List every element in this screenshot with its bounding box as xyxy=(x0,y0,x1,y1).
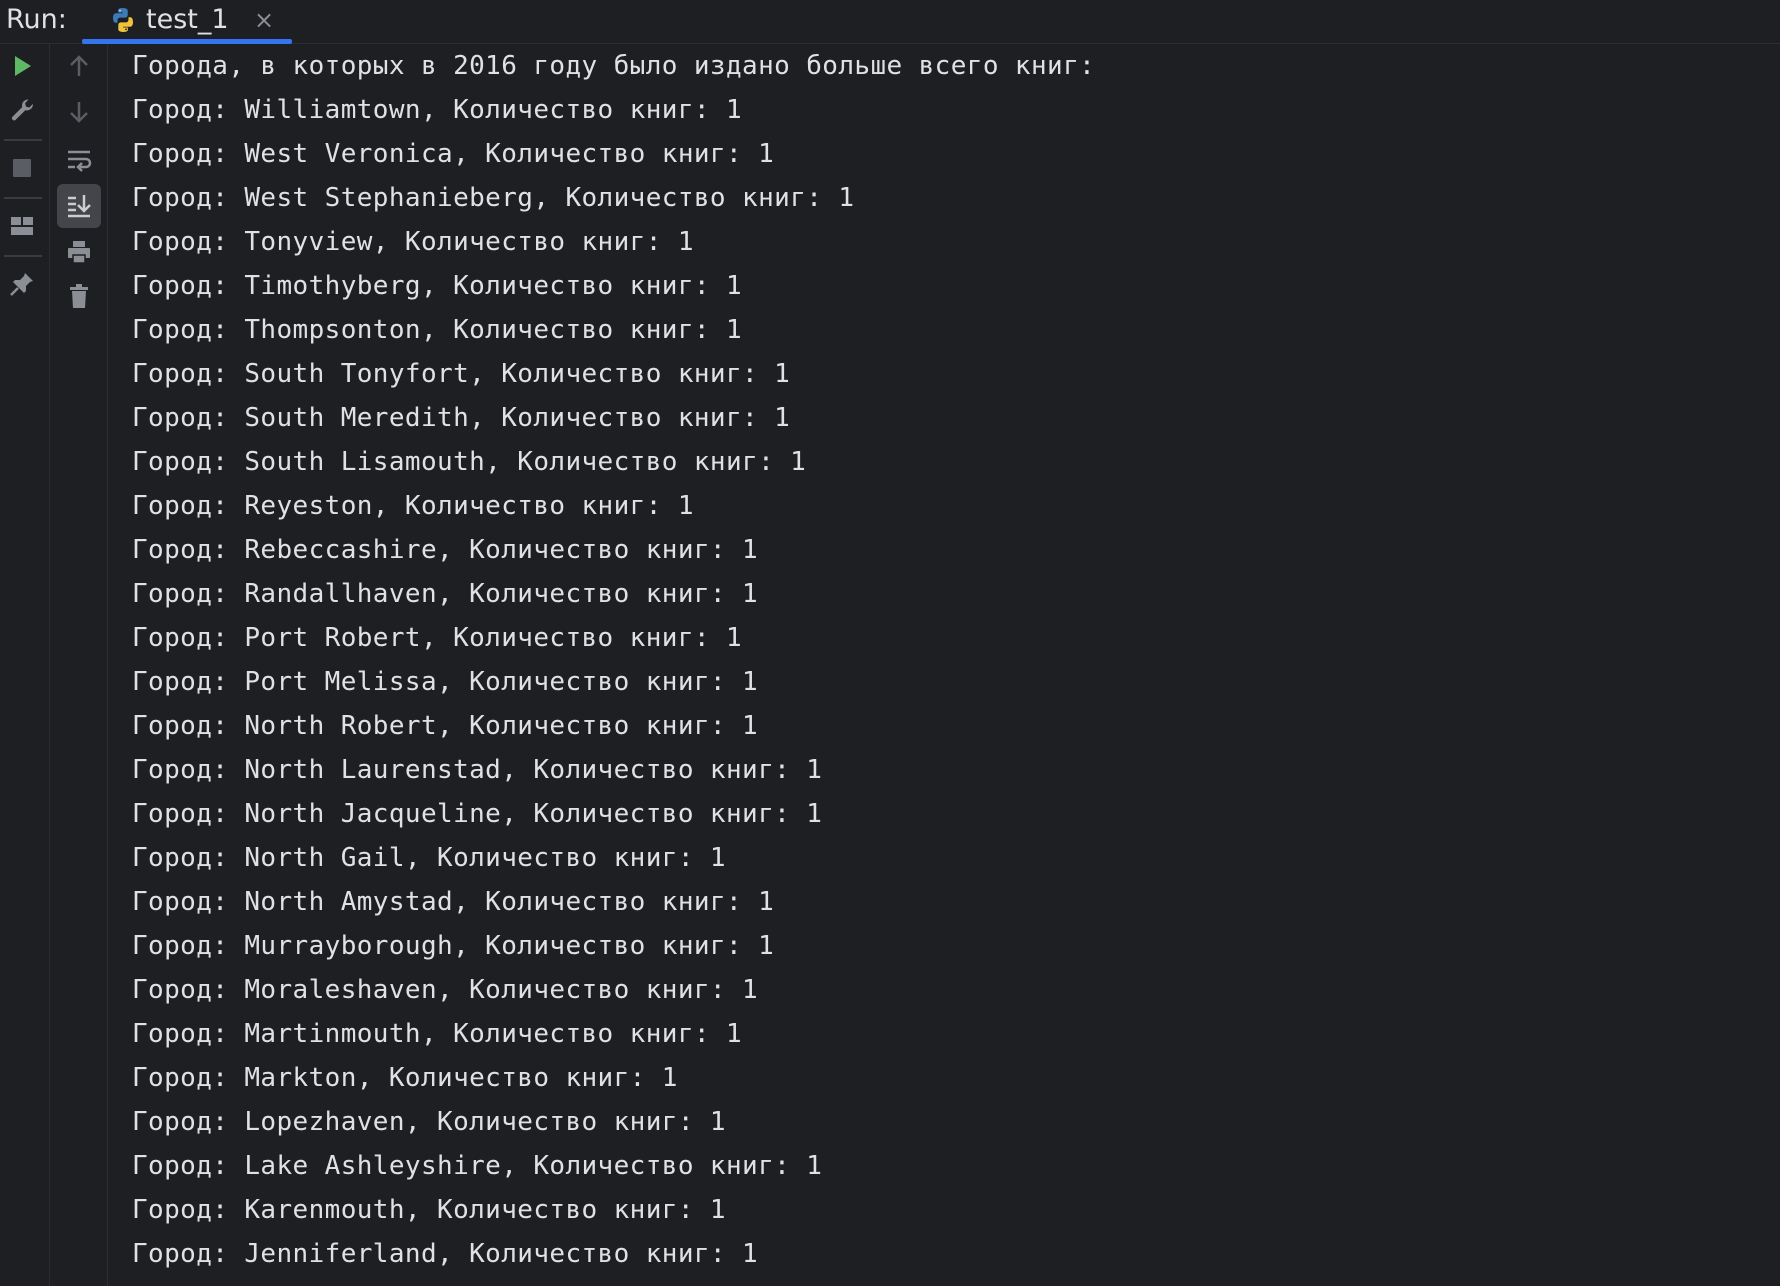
trash-icon xyxy=(66,283,92,309)
tab-test-1[interactable]: test_1 × xyxy=(82,0,292,44)
soft-wrap-icon xyxy=(65,146,93,174)
console-line: Город: South Tonyfort, Количество книг: … xyxy=(132,359,791,389)
console-line: Город: North Amystad, Количество книг: 1 xyxy=(132,887,775,917)
console-line: Город: South Meredith, Количество книг: … xyxy=(132,403,791,433)
console-line: Город: Rebeccashire, Количество книг: 1 xyxy=(132,535,759,565)
print-icon xyxy=(65,238,93,266)
console-output[interactable]: Города, в которых в 2016 году было издан… xyxy=(108,44,1780,1286)
pin-tab-button[interactable] xyxy=(0,262,44,306)
console-line: Город: Thompsonton, Количество книг: 1 xyxy=(132,315,743,345)
console-line: Город: Lopezhaven, Количество книг: 1 xyxy=(132,1107,726,1137)
console-line: Город: Timothyberg, Количество книг: 1 xyxy=(132,271,743,301)
rerun-button[interactable] xyxy=(0,44,44,88)
pin-icon xyxy=(9,271,35,297)
console-line: Город: Port Robert, Количество книг: 1 xyxy=(132,623,743,653)
run-toolbar xyxy=(0,44,50,1286)
console-header-line: Города, в которых в 2016 году было издан… xyxy=(132,51,1096,81)
console-toolbar xyxy=(50,44,108,1286)
edit-configuration-button[interactable] xyxy=(0,88,44,132)
console-line: Город: South Lisamouth, Количество книг:… xyxy=(132,447,807,477)
console-line: Город: Moraleshaven, Количество книг: 1 xyxy=(132,975,759,1005)
console-line: Город: Lake Ashleyshire, Количество книг… xyxy=(132,1151,823,1181)
console-line: Город: Reyeston, Количество книг: 1 xyxy=(132,491,694,521)
toolbar-separator xyxy=(4,197,42,199)
close-icon[interactable]: × xyxy=(250,6,278,34)
console-line: Город: North Laurenstad, Количество книг… xyxy=(132,755,823,785)
console-line: Город: Murrayborough, Количество книг: 1 xyxy=(132,931,775,961)
run-tool-window-header: Run: test_1 × xyxy=(0,0,1780,44)
console-line: Город: North Robert, Количество книг: 1 xyxy=(132,711,759,741)
arrow-down-icon xyxy=(66,99,92,125)
wrench-icon xyxy=(9,97,35,123)
stop-button[interactable] xyxy=(0,146,44,190)
console-line: Город: Randallhaven, Количество книг: 1 xyxy=(132,579,759,609)
python-icon xyxy=(109,6,137,34)
console-line: Город: Markton, Количество книг: 1 xyxy=(132,1063,678,1093)
console-line: Город: Martinmouth, Количество книг: 1 xyxy=(132,1019,743,1049)
run-icon xyxy=(9,53,35,79)
console-line: Город: North Gail, Количество книг: 1 xyxy=(132,843,726,873)
soft-wrap-button[interactable] xyxy=(57,138,101,182)
clear-all-button[interactable] xyxy=(57,274,101,318)
next-occurrence-button[interactable] xyxy=(57,90,101,134)
console-line: Город: Tonyview, Количество книг: 1 xyxy=(132,227,694,257)
scroll-to-end-button[interactable] xyxy=(57,184,101,228)
console-line: Город: West Veronica, Количество книг: 1 xyxy=(132,139,775,169)
console-line: Город: West Stephanieberg, Количество кн… xyxy=(132,183,855,213)
layout-button[interactable] xyxy=(0,204,44,248)
layout-icon xyxy=(9,213,35,239)
previous-occurrence-button[interactable] xyxy=(57,44,101,88)
console-line: Город: Port Melissa, Количество книг: 1 xyxy=(132,667,759,697)
console-line: Город: Williamtown, Количество книг: 1 xyxy=(132,95,743,125)
tab-title: test_1 xyxy=(146,4,229,35)
print-button[interactable] xyxy=(57,230,101,274)
toolbar-separator xyxy=(4,139,42,141)
toolbar-separator xyxy=(4,255,42,257)
console-line: Город: Jenniferland, Количество книг: 1 xyxy=(132,1239,759,1269)
console-line: Город: Karenmouth, Количество книг: 1 xyxy=(132,1195,726,1225)
scroll-to-end-icon xyxy=(65,192,93,220)
stop-icon xyxy=(10,156,34,180)
arrow-up-icon xyxy=(66,53,92,79)
run-label: Run: xyxy=(6,4,67,35)
console-line: Город: North Jacqueline, Количество книг… xyxy=(132,799,823,829)
